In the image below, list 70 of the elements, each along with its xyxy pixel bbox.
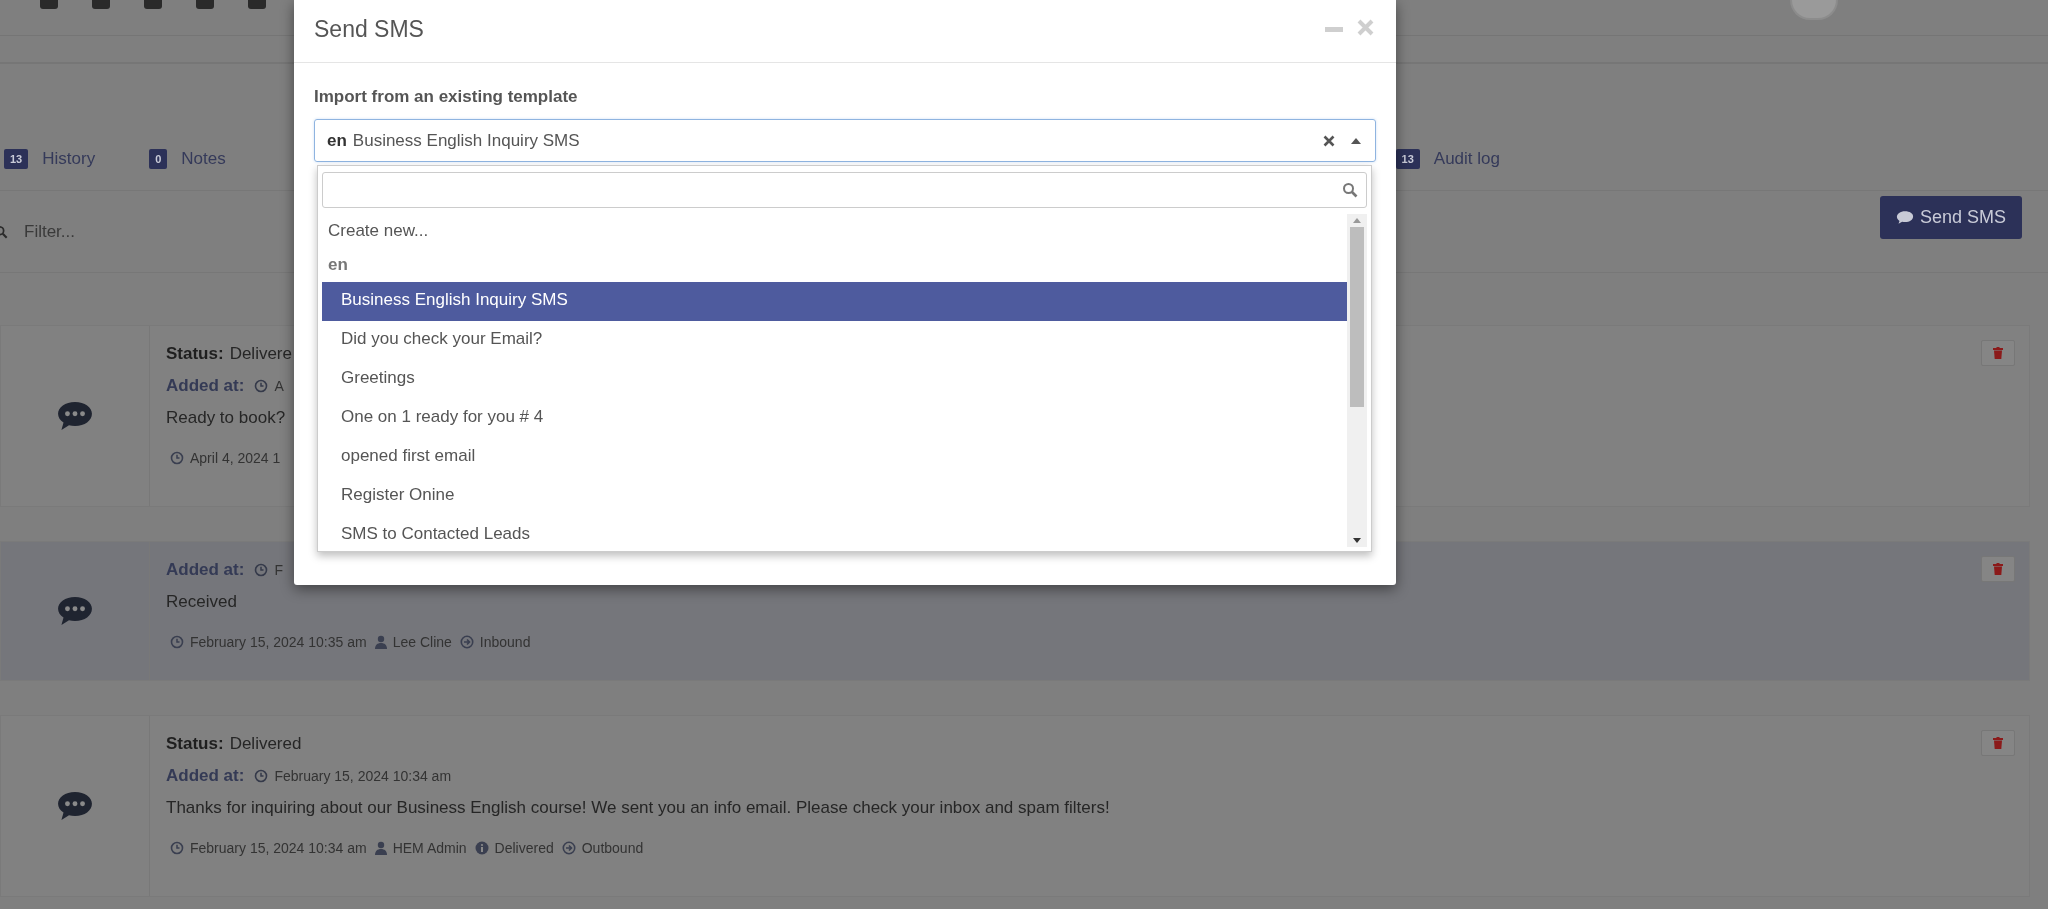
- message-text: Received: [166, 592, 237, 612]
- delete-button[interactable]: [1981, 556, 2015, 582]
- speech-bubble-icon: [1895, 209, 1914, 225]
- filter-field[interactable]: Filter...: [22, 221, 226, 243]
- scroll-down-icon[interactable]: [1353, 538, 1361, 543]
- trash-icon: [1993, 347, 2003, 359]
- added-at-date: A: [274, 378, 284, 394]
- meta-text: Lee Cline: [392, 634, 452, 650]
- clear-icon[interactable]: [1323, 134, 1335, 147]
- status-value: Delivere: [229, 344, 292, 364]
- speech-bubble-icon: [56, 790, 94, 822]
- clock-icon: [254, 563, 269, 577]
- added-at-label: Added at:: [166, 766, 245, 786]
- field-label: Import from an existing template: [314, 87, 579, 107]
- tab[interactable]: 13 History: [4, 149, 96, 169]
- info-icon: [474, 841, 489, 855]
- minimize-icon[interactable]: [1325, 26, 1343, 32]
- count-badge: 13: [4, 149, 29, 169]
- arrow-circle-icon: [561, 841, 576, 855]
- meta-text: HEM Admin: [392, 840, 467, 856]
- toolbar-icon[interactable]: [92, 0, 110, 9]
- message-text: Ready to book?: [166, 408, 286, 428]
- close-icon[interactable]: [1357, 18, 1374, 36]
- added-at-date: F: [274, 562, 283, 578]
- toolbar-icon[interactable]: [144, 0, 162, 9]
- user-icon: [374, 841, 387, 855]
- arrow-circle-icon: [459, 635, 474, 649]
- status-label: Status:: [166, 734, 224, 754]
- added-at-date: February 15, 2024 10:34 am: [274, 768, 452, 784]
- dialog-title: Send SMS: [314, 15, 424, 43]
- user-icon: [374, 635, 387, 649]
- meta-text: Delivered: [494, 840, 554, 856]
- scroll-up-icon[interactable]: [1353, 218, 1361, 223]
- trash-icon: [1993, 737, 2003, 749]
- caret-icon: [1351, 137, 1361, 144]
- toolbar-icon[interactable]: [196, 0, 214, 9]
- trash-icon: [1993, 563, 2003, 575]
- delete-button[interactable]: [1981, 730, 2015, 756]
- meta-text: Inbound: [479, 634, 531, 650]
- clock-icon: [254, 769, 269, 783]
- clock-icon: [170, 451, 184, 465]
- meta-text: February 15, 2024 10:35 am: [190, 634, 367, 650]
- clock-icon: [170, 635, 184, 649]
- meta-text: February 15, 2024 10:34 am: [190, 840, 367, 856]
- search-icon: [1342, 182, 1358, 198]
- clock-icon: [254, 379, 269, 393]
- status-label: Status:: [166, 344, 224, 364]
- added-at-label: Added at:: [166, 560, 245, 580]
- tab[interactable]: 0 Notes: [149, 149, 226, 169]
- search-field[interactable]: [322, 172, 1367, 208]
- group-label: en: [327, 254, 349, 276]
- speech-bubble-icon: [56, 595, 94, 627]
- scrollbar[interactable]: [1347, 214, 1367, 547]
- added-at-label: Added at:: [166, 376, 245, 396]
- count-badge: 13: [1395, 149, 1420, 169]
- tab[interactable]: 13 Audit log: [1395, 149, 1500, 169]
- count-badge: 0: [149, 149, 168, 169]
- message-text: Thanks for inquiring about our Business English course! We sent you an info email. Please check your inbox and spam filters!: [166, 798, 1110, 818]
- template-option[interactable]: Business English Inquiry SMS: [322, 282, 1347, 321]
- avatar-icon[interactable]: [1790, 0, 1838, 20]
- send-sms-button[interactable]: Send SMS: [1879, 195, 2022, 239]
- status-value: Delivered: [229, 734, 302, 754]
- speech-bubble-icon: [56, 400, 94, 432]
- toolbar-icon[interactable]: [40, 0, 58, 9]
- delete-button[interactable]: [1981, 340, 2015, 366]
- template-select[interactable]: en Business English Inquiry SMS: [314, 119, 1376, 162]
- clock-icon: [170, 841, 184, 855]
- meta-text: Outbound: [581, 840, 644, 856]
- meta-text: April 4, 2024 1: [190, 450, 281, 466]
- toolbar-icon[interactable]: [248, 0, 266, 9]
